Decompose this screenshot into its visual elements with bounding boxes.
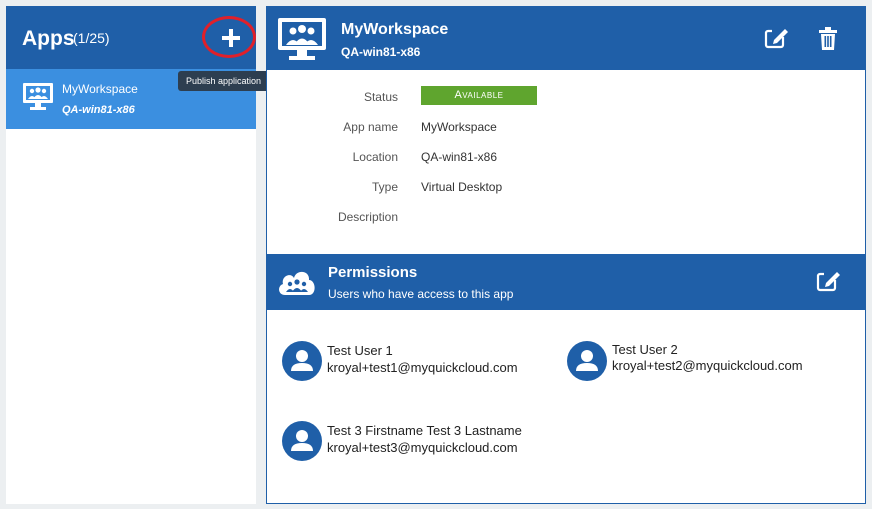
- user-email: kroyal+test2@myquickcloud.com: [612, 358, 803, 373]
- permissions-title: Permissions: [328, 264, 418, 281]
- permissions-user-list: Test User 1 kroyal+test1@myquickcloud.co…: [267, 310, 865, 503]
- description-label: Description: [337, 210, 398, 224]
- publish-application-button[interactable]: [202, 16, 256, 58]
- user-avatar-icon: [282, 341, 322, 381]
- app-detail-header: MyWorkspace QA-win81-x86: [267, 7, 865, 70]
- permissions-header: Permissions Users who have access to thi…: [267, 254, 865, 310]
- apps-title: Apps: [22, 27, 75, 50]
- location-value: QA-win81-x86: [421, 150, 498, 164]
- plus-icon: [222, 29, 240, 47]
- app-list-item-name: MyWorkspace: [62, 82, 138, 96]
- app-detail-panel: MyWorkspace QA-win81-x86 Status Availabl…: [266, 6, 866, 504]
- status-badge: Available: [421, 86, 537, 105]
- apps-header: Apps (1/25): [6, 6, 256, 69]
- apps-count: (1/25): [73, 30, 110, 46]
- monitor-users-icon: [278, 18, 326, 60]
- app-list-item-location: QA-win81-x86: [62, 104, 135, 116]
- type-label: Type: [371, 180, 398, 194]
- type-value: Virtual Desktop: [421, 180, 503, 194]
- permissions-subtitle: Users who have access to this app: [328, 287, 514, 301]
- app-details: Status Available App name MyWorkspace Lo…: [267, 70, 865, 254]
- status-label: Status: [363, 90, 398, 104]
- trash-icon[interactable]: [818, 27, 838, 51]
- app-title: MyWorkspace: [341, 21, 449, 38]
- user-name: Test User 1: [327, 343, 393, 358]
- edit-permissions-icon[interactable]: [816, 270, 842, 292]
- user-avatar-icon: [282, 421, 322, 461]
- app-name-value: MyWorkspace: [421, 120, 497, 134]
- publish-application-tooltip: Publish application: [178, 71, 270, 91]
- user-email: kroyal+test3@myquickcloud.com: [327, 440, 518, 455]
- cloud-users-icon: [279, 271, 315, 295]
- app-location-subtitle: QA-win81-x86: [341, 45, 421, 59]
- user-name: Test User 2: [612, 342, 678, 357]
- user-email: kroyal+test1@myquickcloud.com: [327, 360, 518, 375]
- edit-icon[interactable]: [764, 27, 790, 49]
- location-label: Location: [352, 150, 398, 164]
- user-avatar-icon: [567, 341, 607, 381]
- app-name-label: App name: [343, 120, 398, 134]
- user-name: Test 3 Firstname Test 3 Lastname: [327, 423, 522, 438]
- monitor-users-icon: [23, 83, 53, 110]
